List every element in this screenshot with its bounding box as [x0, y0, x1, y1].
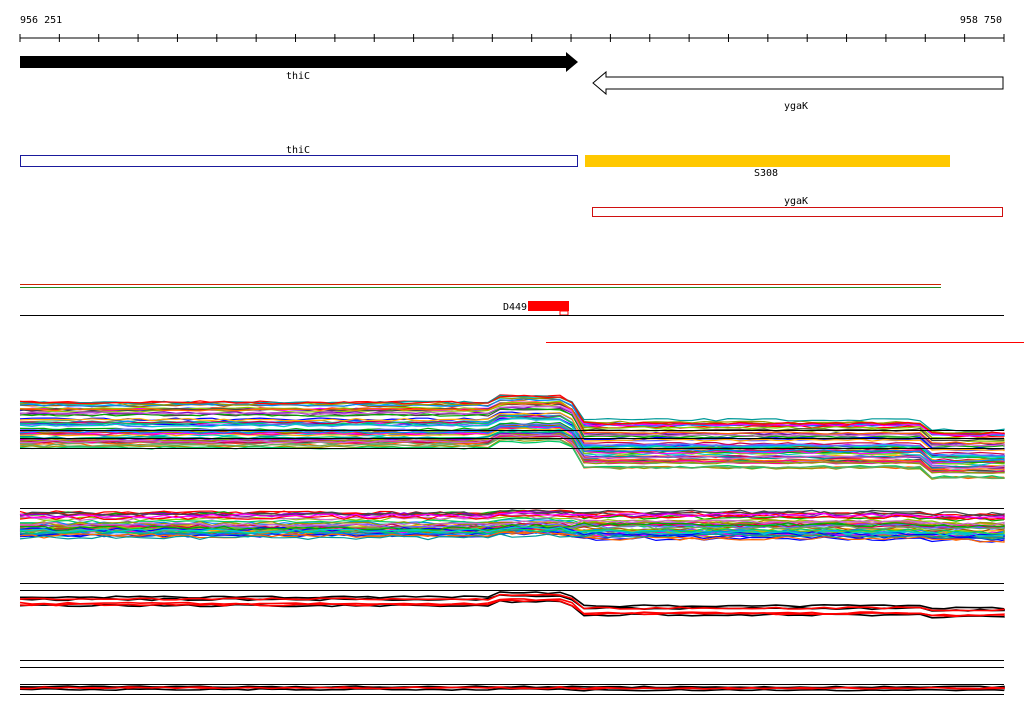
expression-track-2	[19, 508, 1005, 543]
coverage-lines	[20, 284, 941, 288]
gene-track[interactable]: thiC ygaK	[20, 52, 1004, 112]
expression-track-3	[19, 583, 1005, 668]
ruler-end-label: 958 750	[960, 15, 1002, 26]
feature-label-ygak: ygaK	[784, 196, 808, 207]
expression-track-4	[19, 684, 1005, 695]
expression-track-1	[19, 394, 1005, 480]
feature-label-s308: S308	[754, 168, 778, 179]
coordinate-ruler: 956 251 958 750	[19, 15, 1005, 42]
gene-label-ygak: ygaK	[784, 101, 808, 112]
marker-block-d449[interactable]	[528, 301, 569, 311]
gene-arrow-thic[interactable]	[20, 52, 578, 72]
feature-label-thic: thiC	[286, 145, 310, 156]
feature-block-s308[interactable]	[585, 155, 950, 167]
marker-label-d449: D449	[503, 302, 527, 313]
feature-track[interactable]: thiC S308 ygaK	[20, 145, 1003, 217]
ruler-start-label: 956 251	[20, 15, 62, 26]
genome-browser-track-view: 956 251 958 750 thiC ygaK thiC S308 ygaK…	[19, 15, 1024, 695]
gene-arrow-ygak[interactable]	[592, 70, 1004, 96]
marker-tick-d449	[559, 310, 569, 316]
feature-box-ygak[interactable]	[592, 207, 1003, 217]
gene-label-thic: thiC	[286, 71, 310, 82]
marker-track[interactable]: D449	[20, 301, 1024, 343]
feature-box-thic[interactable]	[20, 155, 578, 167]
